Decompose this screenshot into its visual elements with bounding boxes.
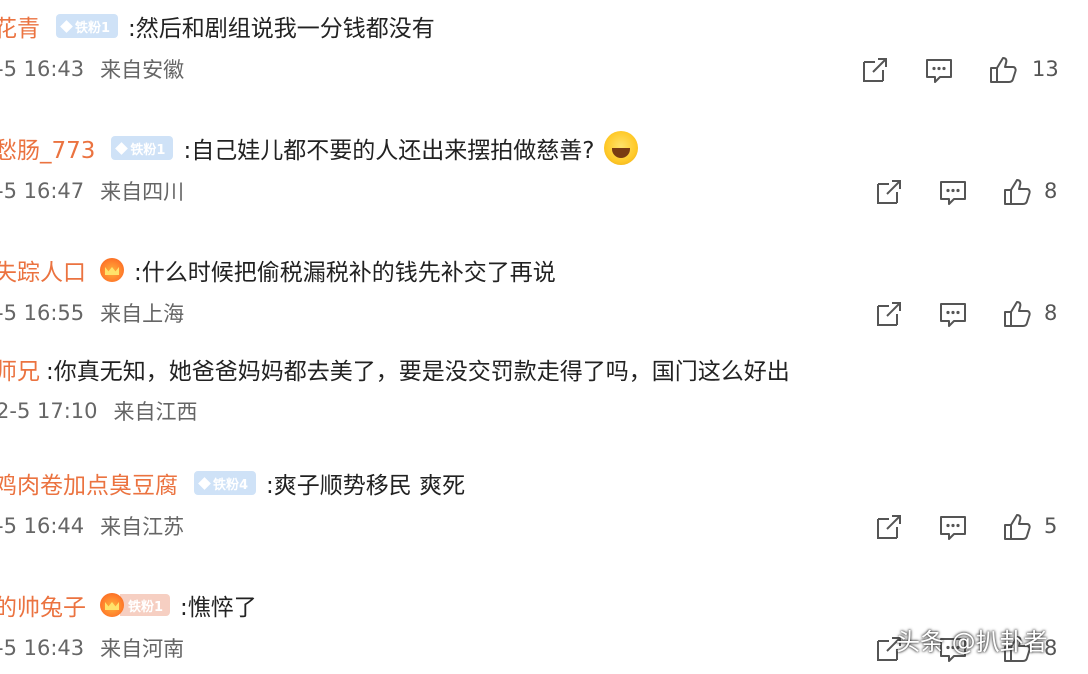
comment-icon[interactable] xyxy=(938,177,968,207)
fan-badge-label: 铁粉1 xyxy=(120,594,171,616)
crown-icon xyxy=(100,258,124,282)
comment-icon[interactable] xyxy=(938,299,968,329)
comment-text: :憔悴了 xyxy=(180,595,257,621)
share-icon[interactable] xyxy=(874,299,904,329)
thumbs-up-icon[interactable] xyxy=(1002,512,1032,542)
comment-list: 花青 铁粉1 :然后和剧组说我一分钱都没有 -5 16:43 来自安徽 13 愁… xyxy=(0,0,1088,674)
fan-badge: 铁粉4 xyxy=(194,471,257,495)
comment-text: :自己娃儿都不要的人还出来摆拍做慈善? xyxy=(183,138,595,164)
comment-location: 来自江苏 xyxy=(100,515,185,539)
comment-username[interactable]: 失踪人口 xyxy=(0,253,86,287)
comment-icon[interactable] xyxy=(938,512,968,542)
like-count: 5 xyxy=(1044,514,1058,538)
comment-text: :你真无知，她爸爸妈妈都去美了，要是没交罚款走得了吗，国门这么好出 xyxy=(46,359,790,385)
comment-time: -5 16:43 xyxy=(0,636,85,660)
diamond-icon xyxy=(60,19,73,33)
comment-icon[interactable] xyxy=(924,55,954,85)
diamond-icon xyxy=(115,141,129,155)
like-count: 8 xyxy=(1044,179,1058,203)
comment-time: -5 16:47 xyxy=(0,179,85,203)
crown-badge xyxy=(100,257,124,283)
comment-username[interactable]: 鸡肉卷加点臭豆腐 xyxy=(0,466,178,500)
thumbs-up-icon[interactable] xyxy=(1002,177,1032,207)
comment-username[interactable]: 花青 xyxy=(0,9,40,43)
fan-badge: 铁粉1 xyxy=(56,14,119,38)
comment-time: -5 16:55 xyxy=(0,301,85,325)
share-icon[interactable] xyxy=(874,177,904,207)
comment-location: 来自安徽 xyxy=(100,58,185,82)
crown-icon xyxy=(100,593,124,617)
fan-badge: 铁粉1 xyxy=(111,136,174,160)
comment-username[interactable]: 师兄 xyxy=(0,352,40,386)
like-count: 13 xyxy=(1032,57,1059,81)
thumbs-up-icon[interactable] xyxy=(988,55,1018,85)
comment-time: -5 16:43 xyxy=(0,57,85,81)
diamond-icon xyxy=(198,476,211,490)
comment-text: :什么时候把偷税漏税补的钱先补交了再说 xyxy=(134,260,556,286)
thumbs-up-icon[interactable] xyxy=(1002,299,1032,329)
fan-badge-label: 铁粉1 xyxy=(75,20,111,36)
fan-badge-label: 铁粉1 xyxy=(130,142,166,158)
comment-time: 2-5 17:10 xyxy=(0,399,98,423)
share-icon[interactable] xyxy=(874,512,904,542)
comment-username[interactable]: 的帅兔子 xyxy=(0,588,86,622)
comment-time: -5 16:44 xyxy=(0,514,85,538)
comment-location: 来自河南 xyxy=(100,637,185,661)
comment-text: :爽子顺势移民 爽死 xyxy=(266,473,466,499)
laugh-cry-emoji-icon xyxy=(604,131,639,165)
like-count: 8 xyxy=(1044,301,1058,325)
comment-location: 来自四川 xyxy=(100,180,185,204)
comment-location: 来自上海 xyxy=(100,302,185,326)
watermark: 头条 @扒卦者 xyxy=(896,628,1048,656)
crown-fan-badge: 铁粉1 xyxy=(100,592,171,618)
comment-username[interactable]: 愁肠_773 xyxy=(0,131,95,165)
comment-location: 来自江西 xyxy=(113,400,198,424)
fan-badge-label: 铁粉4 xyxy=(213,477,249,493)
share-icon[interactable] xyxy=(860,55,890,85)
comment-text: :然后和剧组说我一分钱都没有 xyxy=(128,16,435,42)
